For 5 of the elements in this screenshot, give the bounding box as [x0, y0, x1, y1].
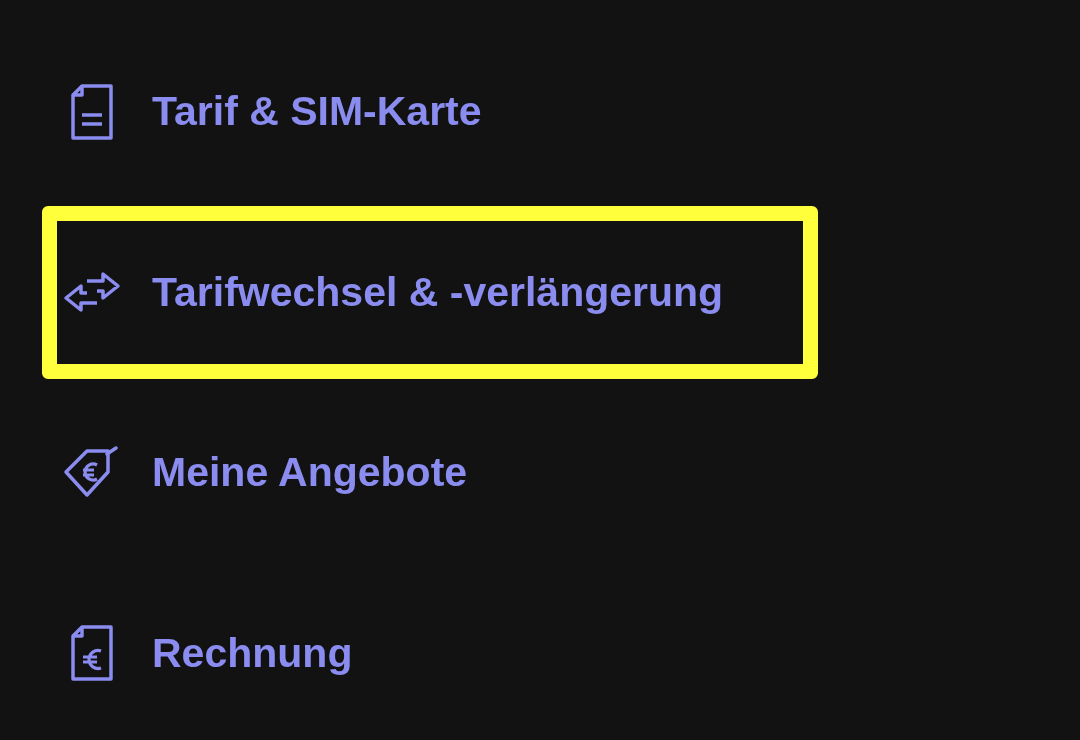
menu-item[interactable]: Rechnung	[152, 629, 353, 677]
menu-item[interactable]: Meine Angebote	[152, 449, 468, 497]
swap-arrows-icon	[62, 271, 122, 314]
menu-item[interactable]: Tarif & SIM-Karte	[152, 88, 482, 136]
menu-item[interactable]: Tarifwechsel & -verlängerung	[152, 268, 724, 316]
